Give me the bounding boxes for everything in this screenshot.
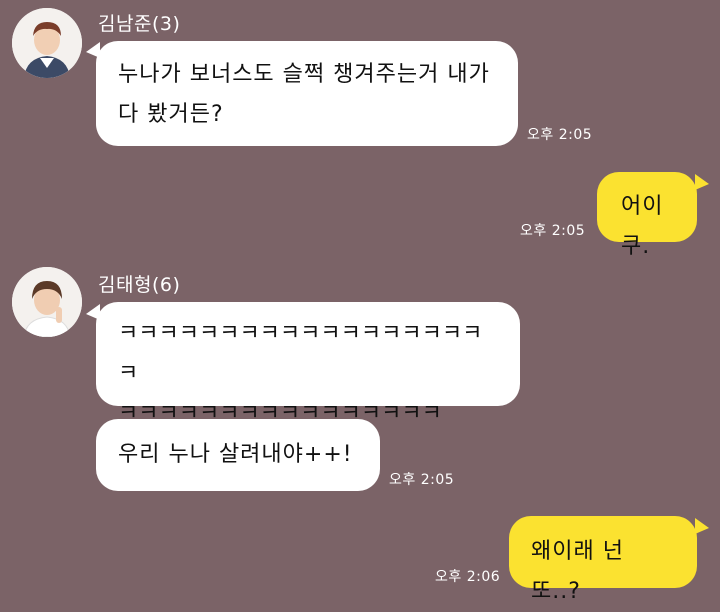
message-text: 왜이래 넌 또..? <box>531 539 624 604</box>
message-timestamp: 오후 2:05 <box>527 127 593 143</box>
profile-photo-icon <box>12 267 82 337</box>
bubble-tail <box>695 518 709 534</box>
message-timestamp: 오후 2:05 <box>389 472 455 488</box>
sender-name: 김태형(6) <box>98 274 181 296</box>
bubble-tail <box>695 174 709 190</box>
avatar-kim-taehyung[interactable] <box>12 267 82 337</box>
message-text-line: ㅋㅋㅋㅋㅋㅋㅋㅋㅋㅋㅋㅋㅋㅋㅋㅋㅋㅋㅋ <box>118 321 483 386</box>
my-message-bubble[interactable]: 어이쿠. <box>597 172 697 259</box>
message-bubble[interactable]: 누나가 보너스도 슬쩍 챙겨주는거 내가 다 봤거든? <box>96 41 518 146</box>
message-text-line: 누나가 보너스도 슬쩍 챙겨주는거 내가 <box>118 62 490 87</box>
avatar-kim-namjoon[interactable] <box>12 8 82 78</box>
my-message-bubble[interactable]: 왜이래 넌 또..? <box>509 516 697 604</box>
message-bubble[interactable]: ㅋㅋㅋㅋㅋㅋㅋㅋㅋㅋㅋㅋㅋㅋㅋㅋㅋㅋㅋ ㅋㅋㅋㅋㅋㅋㅋㅋㅋㅋㅋㅋㅋㅋㅋㅋ <box>96 302 520 426</box>
sender-name: 김남준(3) <box>98 13 181 35</box>
profile-photo-icon <box>12 8 82 78</box>
message-timestamp: 오후 2:05 <box>520 223 586 239</box>
message-timestamp: 오후 2:06 <box>435 569 501 585</box>
message-text: 우리 누나 살려내야++! <box>118 442 353 467</box>
message-text-line: 다 봤거든? <box>118 102 224 127</box>
message-bubble[interactable]: 우리 누나 살려내야++! <box>96 419 380 491</box>
message-text: 어이쿠. <box>621 194 664 259</box>
